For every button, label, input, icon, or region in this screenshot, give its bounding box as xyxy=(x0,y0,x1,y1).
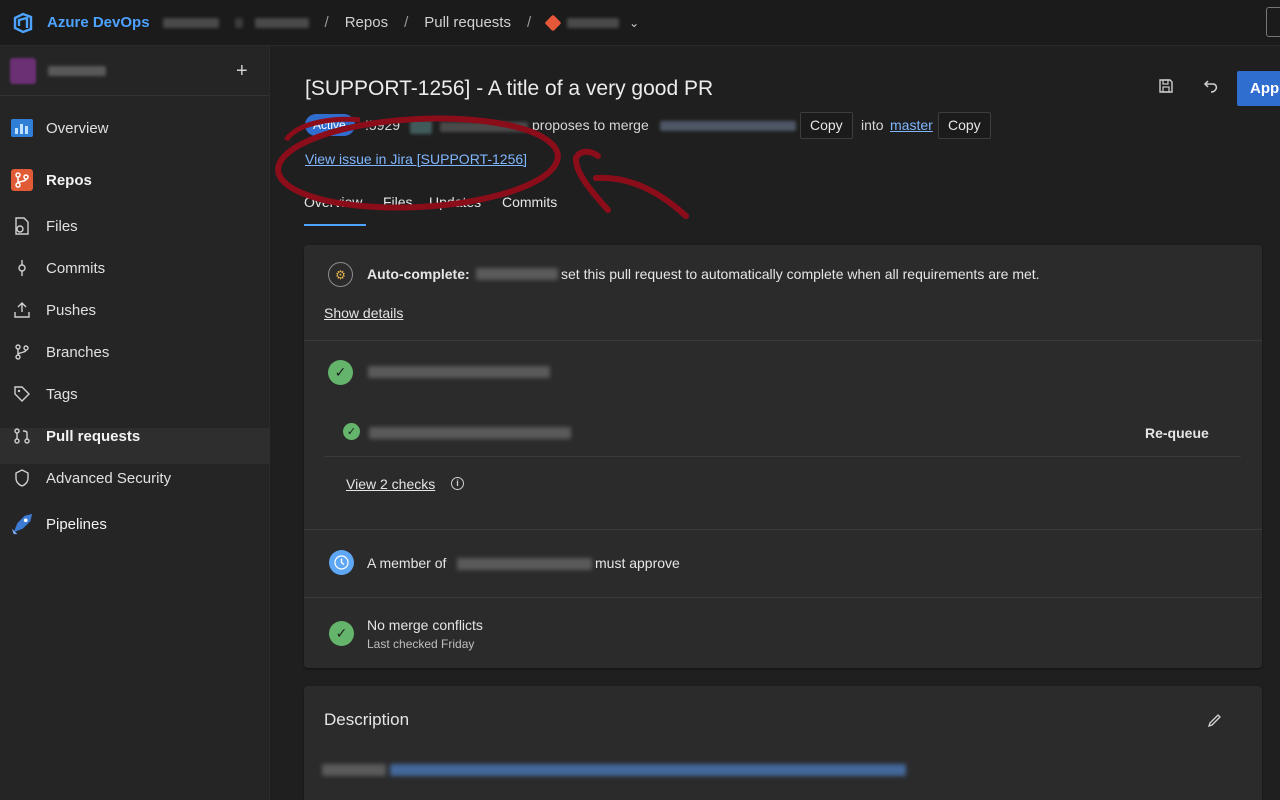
active-tab-indicator xyxy=(304,224,366,226)
sidebar-item-label: Commits xyxy=(46,259,106,277)
sidebar-item-tags[interactable]: Tags xyxy=(0,382,270,406)
branches-icon xyxy=(10,340,34,364)
pushes-icon xyxy=(10,298,34,322)
build-check-name[interactable] xyxy=(369,427,571,439)
autocomplete-text: set this pull request to automatically c… xyxy=(561,266,1040,282)
project-header[interactable] xyxy=(0,46,269,96)
top-bar: Azure DevOps / Repos / Pull requests / ⌄ xyxy=(0,0,1280,46)
autocomplete-label: Auto-complete: xyxy=(367,266,470,282)
chevron-down-icon[interactable]: ⌄ xyxy=(629,16,639,30)
breadcrumb-separator: / xyxy=(324,14,329,31)
checks-summary xyxy=(368,366,550,378)
autocomplete-user[interactable] xyxy=(476,268,558,280)
tab-updates[interactable]: Updates xyxy=(429,194,481,210)
approver-prefix: A member of xyxy=(367,555,447,571)
merge-status: No merge conflicts xyxy=(367,617,483,633)
tags-icon xyxy=(10,382,34,406)
page-title: [SUPPORT-1256] - A title of a very good … xyxy=(305,77,714,100)
files-icon xyxy=(10,214,34,238)
clock-icon xyxy=(329,550,354,575)
overview-icon xyxy=(10,116,34,140)
sidebar-item-pushes[interactable]: Pushes xyxy=(0,298,270,322)
approve-button[interactable]: Approve xyxy=(1237,71,1280,106)
pull-requests-icon xyxy=(10,424,34,448)
breadcrumb-separator: / xyxy=(404,14,409,31)
copy-source-branch-button[interactable]: Copy xyxy=(800,112,853,139)
show-details-link[interactable]: Show details xyxy=(324,305,403,321)
sidebar-item-overview[interactable]: Overview xyxy=(0,116,270,140)
project-avatar xyxy=(10,57,36,84)
brand-name[interactable]: Azure DevOps xyxy=(47,14,150,31)
git-repo-icon xyxy=(544,14,562,31)
status-card: ⚙ Auto-complete: set this pull request t… xyxy=(304,245,1262,668)
breadcrumb-repos[interactable]: Repos xyxy=(345,14,388,31)
into-text: into xyxy=(861,117,884,133)
description-title: Description xyxy=(324,710,410,729)
divider xyxy=(304,597,1262,598)
sidebar-item-label: Pushes xyxy=(46,301,97,319)
tab-overview[interactable]: Overview xyxy=(304,194,362,210)
check-icon: ✓ xyxy=(343,423,360,440)
pr-id: !5929 xyxy=(365,117,401,133)
author-name[interactable] xyxy=(440,122,528,132)
status-badge: Active xyxy=(305,114,355,136)
proposes-text: proposes to merge xyxy=(532,117,649,133)
organization-name[interactable] xyxy=(162,17,219,28)
requeue-button[interactable]: Re-queue xyxy=(1145,425,1209,441)
sidebar-item-label: Pull requests xyxy=(46,427,141,445)
sidebar-item-label: Overview xyxy=(46,119,109,137)
shield-icon xyxy=(10,466,34,490)
check-icon: ✓ xyxy=(328,360,353,385)
check-icon: ✓ xyxy=(329,621,354,646)
pipelines-icon xyxy=(10,512,34,536)
jira-issue-link[interactable]: View issue in Jira [SUPPORT-1256] xyxy=(305,151,527,167)
source-branch[interactable] xyxy=(660,121,796,131)
tab-commits[interactable]: Commits xyxy=(502,194,557,210)
save-icon[interactable] xyxy=(1158,78,1174,99)
repository-name[interactable] xyxy=(567,17,620,28)
description-text xyxy=(322,764,386,776)
view-checks-link[interactable]: View 2 checks xyxy=(346,476,435,492)
project-title xyxy=(48,65,106,76)
sidebar: + Overview Repos Files Commits Pushes Br… xyxy=(0,46,270,800)
divider xyxy=(304,529,1262,530)
sidebar-item-pipelines[interactable]: Pipelines xyxy=(0,512,270,536)
sidebar-item-advanced-security[interactable]: Advanced Security xyxy=(0,466,270,490)
sidebar-item-label: Pipelines xyxy=(46,515,107,533)
sidebar-item-label: Repos xyxy=(46,171,92,189)
sidebar-item-label: Advanced Security xyxy=(46,469,172,487)
copy-target-branch-button[interactable]: Copy xyxy=(938,112,991,139)
commits-icon xyxy=(10,256,34,280)
divider xyxy=(324,456,1241,457)
search-box[interactable] xyxy=(1266,7,1280,37)
azure-devops-logo-icon[interactable] xyxy=(10,10,36,36)
project-name[interactable] xyxy=(254,17,309,28)
approver-group[interactable] xyxy=(457,558,592,570)
tab-files[interactable]: Files xyxy=(383,194,413,210)
divider xyxy=(304,340,1262,341)
sidebar-item-label: Branches xyxy=(46,343,110,361)
edit-icon[interactable] xyxy=(1207,713,1222,733)
undo-icon[interactable] xyxy=(1203,78,1219,99)
description-link[interactable] xyxy=(390,764,906,776)
info-icon[interactable]: i xyxy=(451,477,464,490)
last-checked: Last checked Friday xyxy=(367,637,475,651)
add-icon[interactable]: + xyxy=(236,60,248,83)
target-branch-link[interactable]: master xyxy=(890,117,933,133)
description-card: Description xyxy=(304,686,1262,800)
autocomplete-icon: ⚙ xyxy=(328,262,353,287)
repos-icon xyxy=(10,168,34,192)
sidebar-item-repos[interactable]: Repos xyxy=(0,168,270,192)
breadcrumb-pull-requests[interactable]: Pull requests xyxy=(424,14,511,31)
sidebar-item-pull-requests[interactable]: Pull requests xyxy=(0,424,270,448)
author-avatar xyxy=(410,120,432,134)
sidebar-item-branches[interactable]: Branches xyxy=(0,340,270,364)
separator xyxy=(234,17,243,28)
approver-suffix: must approve xyxy=(595,555,680,571)
sidebar-item-commits[interactable]: Commits xyxy=(0,256,270,280)
sidebar-item-label: Tags xyxy=(46,385,78,403)
sidebar-item-files[interactable]: Files xyxy=(0,214,270,238)
sidebar-item-label: Files xyxy=(46,217,78,235)
breadcrumb-separator: / xyxy=(526,14,532,31)
